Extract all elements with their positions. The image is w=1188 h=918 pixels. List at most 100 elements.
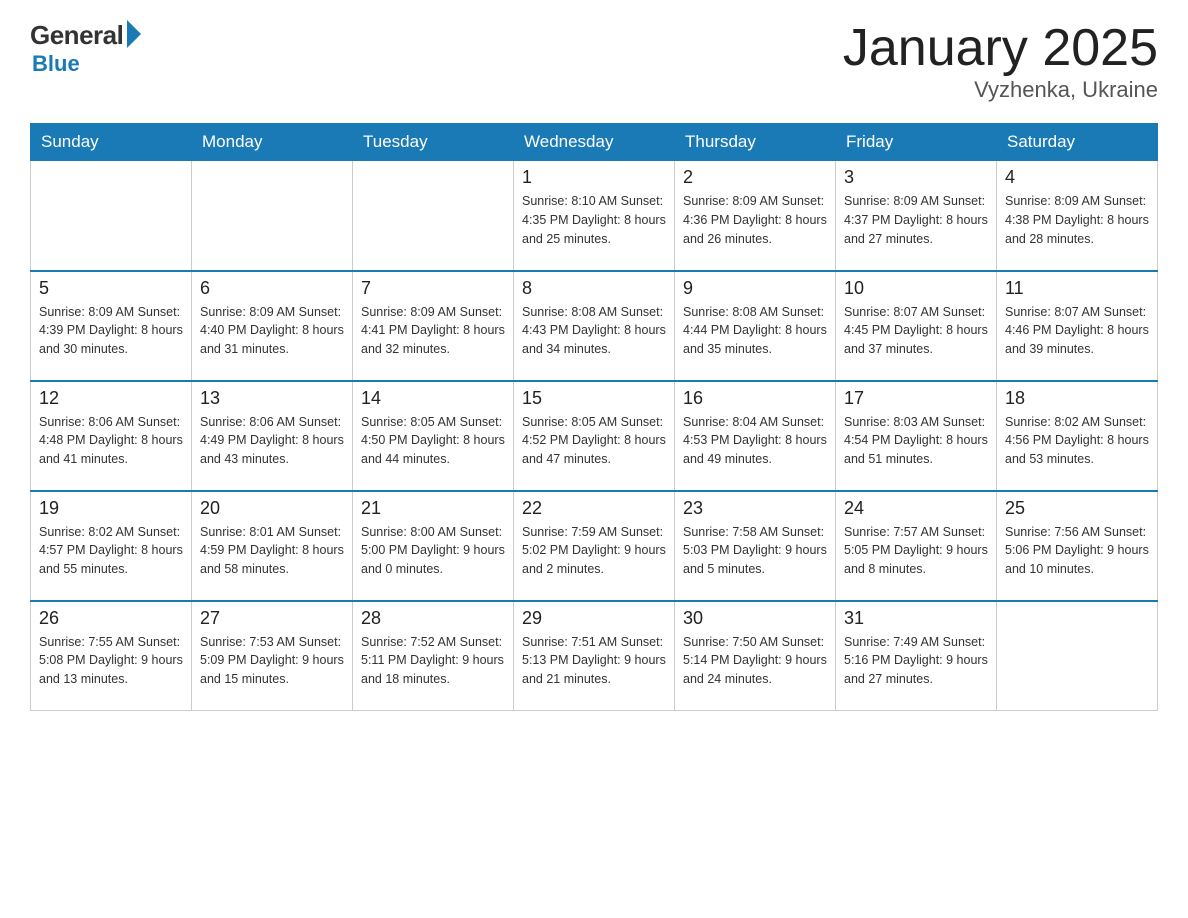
calendar-week-row: 12 Sunrise: 8:06 AM Sunset: 4:48 PM Dayli… [31, 381, 1158, 491]
day-number: 25 [1005, 498, 1149, 519]
calendar-cell: 31Sunrise: 7:49 AM Sunset: 5:16 PM Dayli… [836, 601, 997, 711]
day-info: Sunrise: 8:10 AM Sunset: 4:35 PM Dayligh… [522, 192, 666, 248]
day-info: Sunrise: 8:08 AM Sunset: 4:44 PM Dayligh… [683, 303, 827, 359]
day-number: 14 [361, 388, 505, 409]
day-info: Sunrise: 8:06 AM Sunset: 4:48 PM Dayligh… [39, 413, 183, 469]
day-info: Sunrise: 8:09 AM Sunset: 4:41 PM Dayligh… [361, 303, 505, 359]
day-info: Sunrise: 8:09 AM Sunset: 4:36 PM Dayligh… [683, 192, 827, 248]
day-number: 23 [683, 498, 827, 519]
day-info: Sunrise: 7:55 AM Sunset: 5:08 PM Dayligh… [39, 633, 183, 689]
calendar-cell [353, 161, 514, 271]
day-number: 2 [683, 167, 827, 188]
calendar-cell: 7 Sunrise: 8:09 AM Sunset: 4:41 PM Daylig… [353, 271, 514, 381]
calendar-cell: 28 Sunrise: 7:52 AM Sunset: 5:11 PM Dayli… [353, 601, 514, 711]
page-header: General Blue January 2025 Vyzhenka, Ukra… [30, 20, 1158, 103]
calendar-cell: 12 Sunrise: 8:06 AM Sunset: 4:48 PM Dayli… [31, 381, 192, 491]
day-number: 29 [522, 608, 666, 629]
day-info: Sunrise: 8:01 AM Sunset: 4:59 PM Dayligh… [200, 523, 344, 579]
calendar-table: SundayMondayTuesdayWednesdayThursdayFrid… [30, 123, 1158, 711]
calendar-cell: 5Sunrise: 8:09 AM Sunset: 4:39 PM Daylig… [31, 271, 192, 381]
calendar-week-row: 5Sunrise: 8:09 AM Sunset: 4:39 PM Daylig… [31, 271, 1158, 381]
day-number: 16 [683, 388, 827, 409]
day-info: Sunrise: 7:52 AM Sunset: 5:11 PM Dayligh… [361, 633, 505, 689]
day-number: 27 [200, 608, 344, 629]
calendar-cell: 11 Sunrise: 8:07 AM Sunset: 4:46 PM Dayli… [997, 271, 1158, 381]
day-number: 13 [200, 388, 344, 409]
logo-triangle-icon [127, 20, 141, 48]
day-info: Sunrise: 8:05 AM Sunset: 4:52 PM Dayligh… [522, 413, 666, 469]
day-number: 19 [39, 498, 183, 519]
logo: General Blue [30, 20, 141, 77]
day-info: Sunrise: 8:08 AM Sunset: 4:43 PM Dayligh… [522, 303, 666, 359]
weekday-header-saturday: Saturday [997, 124, 1158, 161]
day-number: 1 [522, 167, 666, 188]
day-info: Sunrise: 7:59 AM Sunset: 5:02 PM Dayligh… [522, 523, 666, 579]
calendar-cell: 27 Sunrise: 7:53 AM Sunset: 5:09 PM Dayli… [192, 601, 353, 711]
day-number: 4 [1005, 167, 1149, 188]
day-info: Sunrise: 8:09 AM Sunset: 4:40 PM Dayligh… [200, 303, 344, 359]
calendar-title: January 2025 [843, 20, 1158, 77]
calendar-cell [31, 161, 192, 271]
day-number: 30 [683, 608, 827, 629]
weekday-header-thursday: Thursday [675, 124, 836, 161]
calendar-cell: 3Sunrise: 8:09 AM Sunset: 4:37 PM Daylig… [836, 161, 997, 271]
day-number: 17 [844, 388, 988, 409]
weekday-header-monday: Monday [192, 124, 353, 161]
day-number: 26 [39, 608, 183, 629]
calendar-cell: 14 Sunrise: 8:05 AM Sunset: 4:50 PM Dayli… [353, 381, 514, 491]
calendar-cell: 23 Sunrise: 7:58 AM Sunset: 5:03 PM Dayli… [675, 491, 836, 601]
calendar-location: Vyzhenka, Ukraine [843, 77, 1158, 103]
weekday-header-wednesday: Wednesday [514, 124, 675, 161]
day-number: 6 [200, 278, 344, 299]
calendar-cell: 24 Sunrise: 7:57 AM Sunset: 5:05 PM Dayli… [836, 491, 997, 601]
calendar-cell: 21 Sunrise: 8:00 AM Sunset: 5:00 PM Dayli… [353, 491, 514, 601]
calendar-cell: 4Sunrise: 8:09 AM Sunset: 4:38 PM Daylig… [997, 161, 1158, 271]
day-number: 28 [361, 608, 505, 629]
day-number: 21 [361, 498, 505, 519]
calendar-cell: 26 Sunrise: 7:55 AM Sunset: 5:08 PM Dayli… [31, 601, 192, 711]
day-number: 8 [522, 278, 666, 299]
calendar-cell: 10Sunrise: 8:07 AM Sunset: 4:45 PM Dayli… [836, 271, 997, 381]
day-info: Sunrise: 7:53 AM Sunset: 5:09 PM Dayligh… [200, 633, 344, 689]
title-block: January 2025 Vyzhenka, Ukraine [843, 20, 1158, 103]
calendar-cell: 18Sunrise: 8:02 AM Sunset: 4:56 PM Dayli… [997, 381, 1158, 491]
calendar-cell: 20 Sunrise: 8:01 AM Sunset: 4:59 PM Dayli… [192, 491, 353, 601]
day-info: Sunrise: 7:57 AM Sunset: 5:05 PM Dayligh… [844, 523, 988, 579]
calendar-cell: 13 Sunrise: 8:06 AM Sunset: 4:49 PM Dayli… [192, 381, 353, 491]
day-info: Sunrise: 8:04 AM Sunset: 4:53 PM Dayligh… [683, 413, 827, 469]
calendar-cell: 9 Sunrise: 8:08 AM Sunset: 4:44 PM Daylig… [675, 271, 836, 381]
calendar-week-row: 1 Sunrise: 8:10 AM Sunset: 4:35 PM Daylig… [31, 161, 1158, 271]
day-number: 9 [683, 278, 827, 299]
day-number: 24 [844, 498, 988, 519]
day-info: Sunrise: 8:06 AM Sunset: 4:49 PM Dayligh… [200, 413, 344, 469]
day-number: 12 [39, 388, 183, 409]
day-info: Sunrise: 7:49 AM Sunset: 5:16 PM Dayligh… [844, 633, 988, 689]
day-info: Sunrise: 7:51 AM Sunset: 5:13 PM Dayligh… [522, 633, 666, 689]
day-number: 5 [39, 278, 183, 299]
calendar-cell: 1 Sunrise: 8:10 AM Sunset: 4:35 PM Daylig… [514, 161, 675, 271]
day-number: 10 [844, 278, 988, 299]
calendar-cell: 16 Sunrise: 8:04 AM Sunset: 4:53 PM Dayli… [675, 381, 836, 491]
calendar-cell: 6 Sunrise: 8:09 AM Sunset: 4:40 PM Daylig… [192, 271, 353, 381]
calendar-week-row: 19Sunrise: 8:02 AM Sunset: 4:57 PM Dayli… [31, 491, 1158, 601]
day-info: Sunrise: 8:05 AM Sunset: 4:50 PM Dayligh… [361, 413, 505, 469]
calendar-cell [997, 601, 1158, 711]
day-number: 7 [361, 278, 505, 299]
calendar-cell: 19Sunrise: 8:02 AM Sunset: 4:57 PM Dayli… [31, 491, 192, 601]
day-info: Sunrise: 8:07 AM Sunset: 4:46 PM Dayligh… [1005, 303, 1149, 359]
calendar-cell: 30Sunrise: 7:50 AM Sunset: 5:14 PM Dayli… [675, 601, 836, 711]
day-number: 15 [522, 388, 666, 409]
calendar-cell: 17 Sunrise: 8:03 AM Sunset: 4:54 PM Dayli… [836, 381, 997, 491]
calendar-week-row: 26 Sunrise: 7:55 AM Sunset: 5:08 PM Dayli… [31, 601, 1158, 711]
calendar-cell [192, 161, 353, 271]
day-number: 20 [200, 498, 344, 519]
day-info: Sunrise: 7:58 AM Sunset: 5:03 PM Dayligh… [683, 523, 827, 579]
calendar-cell: 8 Sunrise: 8:08 AM Sunset: 4:43 PM Daylig… [514, 271, 675, 381]
day-number: 11 [1005, 278, 1149, 299]
day-info: Sunrise: 7:56 AM Sunset: 5:06 PM Dayligh… [1005, 523, 1149, 579]
day-info: Sunrise: 8:00 AM Sunset: 5:00 PM Dayligh… [361, 523, 505, 579]
logo-blue-text: Blue [32, 51, 80, 77]
calendar-cell: 29 Sunrise: 7:51 AM Sunset: 5:13 PM Dayli… [514, 601, 675, 711]
day-info: Sunrise: 8:03 AM Sunset: 4:54 PM Dayligh… [844, 413, 988, 469]
weekday-header-tuesday: Tuesday [353, 124, 514, 161]
